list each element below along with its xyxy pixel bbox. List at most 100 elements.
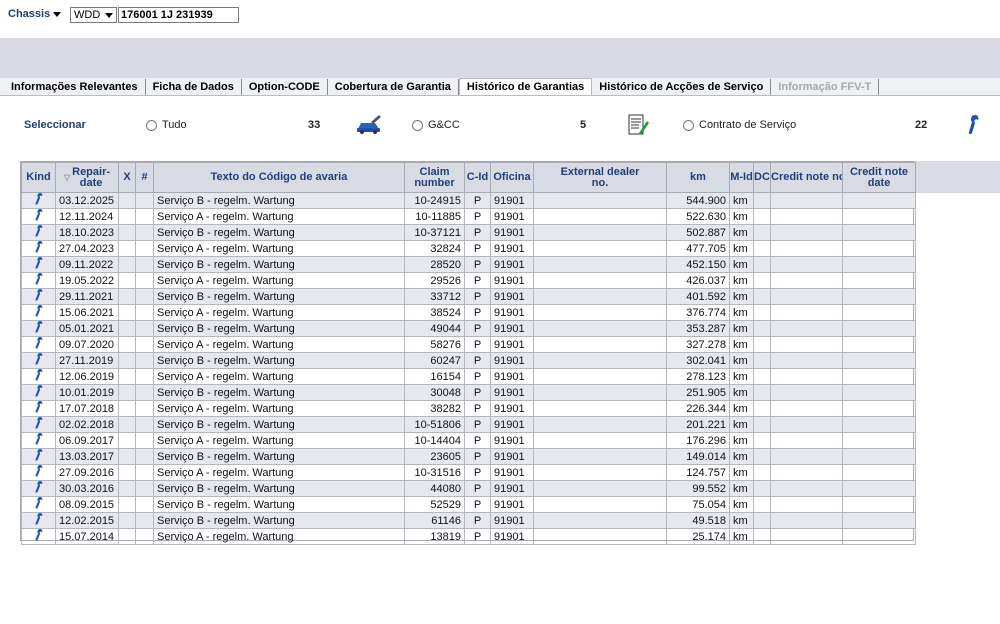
cell-claim: 52529 bbox=[404, 496, 465, 513]
cell-x bbox=[118, 400, 136, 417]
table-row[interactable]: 12.11.2024 Serviço A - regelm. Wartung 10-… bbox=[21, 208, 916, 225]
col-km[interactable]: km bbox=[666, 162, 730, 193]
col-texto[interactable]: Texto do Código de avaria bbox=[153, 162, 405, 193]
table-row[interactable]: 06.09.2017 Serviço A - regelm. Wartung 10-… bbox=[21, 432, 916, 449]
tab-historico-accoes-servico[interactable]: Histórico de Acções de Serviço bbox=[592, 79, 772, 96]
table-row[interactable]: 30.03.2016 Serviço B - regelm. Wartung 440… bbox=[21, 480, 916, 497]
cell-dealer bbox=[533, 256, 667, 273]
tab-option-code[interactable]: Option-CODE bbox=[242, 79, 328, 96]
cell-credit-note-date bbox=[842, 352, 916, 369]
col-credit-note-no[interactable]: Credit note no bbox=[770, 162, 843, 193]
col-dealer[interactable]: External dealer no. bbox=[533, 162, 667, 193]
table-row[interactable]: 15.06.2021 Serviço A - regelm. Wartung 385… bbox=[21, 304, 916, 321]
cell-hash bbox=[135, 288, 154, 305]
chassis-dropdown[interactable]: Chassis bbox=[8, 8, 62, 20]
table-row[interactable]: 09.11.2022 Serviço B - regelm. Wartung 285… bbox=[21, 256, 916, 273]
cell-oficina: 91901 bbox=[490, 432, 534, 449]
cell-dealer bbox=[533, 288, 667, 305]
cell-km: 99.552 bbox=[666, 480, 730, 497]
cell-kind bbox=[21, 480, 56, 497]
cell-kind bbox=[21, 240, 56, 257]
cell-texto: Serviço B - regelm. Wartung bbox=[153, 192, 405, 209]
radio-contrato-servico[interactable]: Contrato de Serviço bbox=[683, 119, 796, 131]
cell-mid: km bbox=[729, 192, 754, 209]
cell-claim: 33712 bbox=[404, 288, 465, 305]
cell-km: 49.518 bbox=[666, 512, 730, 529]
vin-input[interactable]: 176001 1J 231939 bbox=[118, 7, 239, 23]
tab-historico-de-garantias[interactable]: Histórico de Garantias bbox=[458, 78, 593, 96]
table-row[interactable]: 27.04.2023 Serviço A - regelm. Wartung 328… bbox=[21, 240, 916, 257]
document-wrench-icon[interactable] bbox=[627, 113, 651, 140]
cell-x bbox=[118, 368, 136, 385]
table-row[interactable]: 10.01.2019 Serviço B - regelm. Wartung 300… bbox=[21, 384, 916, 401]
cell-repair-date: 12.11.2024 bbox=[55, 208, 119, 225]
cell-x bbox=[118, 304, 136, 321]
cell-km: 477.705 bbox=[666, 240, 730, 257]
cell-mid: km bbox=[729, 224, 754, 241]
radio-gcc[interactable]: G&CC bbox=[412, 119, 460, 131]
col-oficina[interactable]: Oficina bbox=[490, 162, 534, 193]
cell-credit-note-no bbox=[770, 192, 843, 209]
table-row[interactable]: 12.02.2015 Serviço B - regelm. Wartung 611… bbox=[21, 512, 916, 529]
radio-circle[interactable] bbox=[412, 119, 423, 131]
wdd-select[interactable]: WDD bbox=[70, 7, 117, 23]
cell-kind bbox=[21, 464, 56, 481]
table-row[interactable]: 09.07.2020 Serviço A - regelm. Wartung 582… bbox=[21, 336, 916, 353]
cell-credit-note-no bbox=[770, 448, 843, 465]
table-row[interactable]: 18.10.2023 Serviço B - regelm. Wartung 10-… bbox=[21, 224, 916, 241]
cell-claim: 10-31516 bbox=[404, 464, 465, 481]
cell-mid: km bbox=[729, 528, 754, 545]
table-row[interactable]: 13.03.2017 Serviço B - regelm. Wartung 236… bbox=[21, 448, 916, 465]
table-row[interactable]: 27.11.2019 Serviço B - regelm. Wartung 602… bbox=[21, 352, 916, 369]
col-x[interactable]: X bbox=[118, 162, 136, 193]
cell-credit-note-date bbox=[842, 448, 916, 465]
cell-hash bbox=[135, 272, 154, 289]
table-row[interactable]: 19.05.2022 Serviço A - regelm. Wartung 295… bbox=[21, 272, 916, 289]
grid-header-filler bbox=[914, 161, 1000, 193]
table-row[interactable]: 05.01.2021 Serviço B - regelm. Wartung 490… bbox=[21, 320, 916, 337]
col-credit-note-date[interactable]: Credit note date bbox=[842, 162, 916, 193]
cell-km: 426.037 bbox=[666, 272, 730, 289]
cell-repair-date: 17.07.2018 bbox=[55, 400, 119, 417]
table-row[interactable]: 08.09.2015 Serviço B - regelm. Wartung 525… bbox=[21, 496, 916, 513]
car-service-icon[interactable] bbox=[355, 113, 383, 138]
table-row[interactable]: 15.07.2014 Serviço A - regelm. Wartung 138… bbox=[21, 528, 916, 545]
table-row[interactable]: 03.12.2025 Serviço B - regelm. Wartung 10-… bbox=[21, 192, 916, 209]
col-repair-date[interactable]: ▽Repair- date bbox=[55, 162, 119, 193]
wrench-icon[interactable] bbox=[965, 113, 981, 140]
cell-repair-date: 29.11.2021 bbox=[55, 288, 119, 305]
cell-mid: km bbox=[729, 352, 754, 369]
tab-informacoes-relevantes[interactable]: Informações Relevantes bbox=[4, 79, 146, 96]
col-cid[interactable]: C-Id bbox=[464, 162, 491, 193]
cell-credit-note-no bbox=[770, 256, 843, 273]
table-row[interactable]: 02.02.2018 Serviço B - regelm. Wartung 10-… bbox=[21, 416, 916, 433]
radio-gcc-label: G&CC bbox=[428, 119, 460, 131]
cell-dealer bbox=[533, 320, 667, 337]
cell-credit-note-date bbox=[842, 416, 916, 433]
radio-circle[interactable] bbox=[683, 119, 694, 131]
col-kind[interactable]: Kind bbox=[21, 162, 56, 193]
cell-km: 124.757 bbox=[666, 464, 730, 481]
col-claim[interactable]: Claim number bbox=[404, 162, 465, 193]
warranty-grid: Kind ▽Repair- date X # Texto do Código d… bbox=[20, 161, 916, 545]
table-row[interactable]: 17.07.2018 Serviço A - regelm. Wartung 382… bbox=[21, 400, 916, 417]
contrato-count: 22 bbox=[915, 119, 928, 131]
cell-hash bbox=[135, 352, 154, 369]
cell-hash bbox=[135, 192, 154, 209]
radio-tudo[interactable]: Tudo bbox=[146, 119, 187, 131]
table-row[interactable]: 12.06.2019 Serviço A - regelm. Wartung 161… bbox=[21, 368, 916, 385]
wrench-icon bbox=[34, 481, 43, 496]
cell-x bbox=[118, 256, 136, 273]
tab-ficha-de-dados[interactable]: Ficha de Dados bbox=[146, 79, 242, 96]
cell-mid: km bbox=[729, 496, 754, 513]
table-row[interactable]: 27.09.2016 Serviço A - regelm. Wartung 10-… bbox=[21, 464, 916, 481]
cell-kind bbox=[21, 256, 56, 273]
table-row[interactable]: 29.11.2021 Serviço B - regelm. Wartung 337… bbox=[21, 288, 916, 305]
cell-cid: P bbox=[464, 304, 491, 321]
tab-cobertura-de-garantia[interactable]: Cobertura de Garantia bbox=[328, 79, 459, 96]
col-dc[interactable]: DC bbox=[753, 162, 771, 193]
col-mid[interactable]: M-Id bbox=[729, 162, 754, 193]
col-hash[interactable]: # bbox=[135, 162, 154, 193]
radio-circle[interactable] bbox=[146, 119, 157, 131]
cell-credit-note-date bbox=[842, 368, 916, 385]
